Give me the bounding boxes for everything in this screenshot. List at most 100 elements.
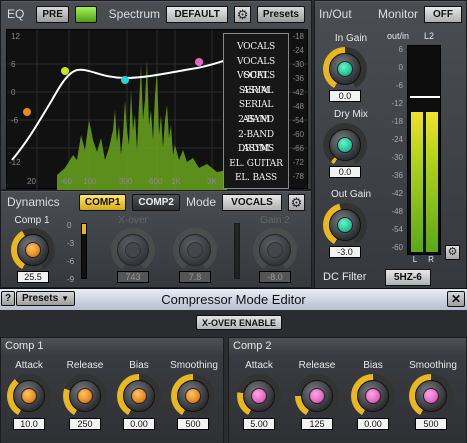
dynamics-title: Dynamics — [7, 195, 60, 209]
comp2-smoothing-value[interactable]: 500 — [415, 418, 447, 430]
gain2-value[interactable]: -8.0 — [259, 271, 291, 283]
spectrum-label: Spectrum — [108, 7, 161, 21]
meter-tick: -48 — [391, 207, 403, 216]
mode-option[interactable]: 2-BAND ASYM — [224, 128, 288, 155]
gear-icon[interactable]: ⚙ — [288, 193, 305, 211]
eq-header: EQ PRE Spectrum DEFAULT ⚙ Presets — [1, 1, 311, 27]
eq-presets-button[interactable]: Presets — [256, 5, 305, 23]
eq-enable-toggle[interactable] — [74, 5, 97, 23]
comp1-release-value[interactable]: 250 — [69, 418, 101, 430]
gear-icon[interactable]: ⚙ — [445, 245, 460, 260]
in-gain-value[interactable]: 0.0 — [329, 90, 361, 102]
eq-node-3 — [121, 76, 129, 84]
comp1-bias-value[interactable]: 0.00 — [123, 418, 155, 430]
mode-label: Mode — [185, 195, 216, 209]
mode-option[interactable]: VOCALS SOFT — [224, 55, 288, 82]
mode-option[interactable]: 2-BAND — [224, 113, 288, 128]
dry-mix-value[interactable]: 0.0 — [329, 166, 361, 178]
dc-filter-dropdown[interactable]: 5HZ-6 — [385, 269, 431, 286]
gain2-knob[interactable] — [253, 228, 297, 272]
editor-comp2-title: Comp 2 — [229, 338, 466, 354]
out-gain-value[interactable]: -3.0 — [329, 246, 361, 258]
mode-option[interactable]: VOCALS ASYM — [224, 69, 288, 96]
gr-meter — [81, 223, 87, 279]
meter-tick: -42 — [391, 189, 403, 198]
mode-option[interactable]: EL. BASS — [224, 171, 288, 186]
inout-panel: In/Out Monitor OFF In Gain 0.0 Dry Mix 0… — [314, 0, 467, 290]
comp1-attack-value[interactable]: 10.0 — [13, 418, 45, 430]
monitor-dropdown[interactable]: OFF — [424, 5, 462, 23]
gr-tick: -6 — [67, 257, 75, 266]
in-gain-label: In Gain — [334, 33, 368, 44]
comp2-attack-value[interactable]: 5.00 — [243, 418, 275, 430]
comp2-release-knob[interactable] — [295, 374, 339, 418]
comp1-smoothing-value[interactable]: 500 — [177, 418, 209, 430]
editor-title: Compressor Mode Editor — [161, 292, 306, 307]
comp2-value[interactable]: 7.8 — [179, 271, 211, 283]
compressor-mode-editor: ? Presets ▼ Compressor Mode Editor ✕ X-O… — [0, 288, 467, 443]
level-meter — [407, 45, 441, 255]
xover-value[interactable]: 743 — [117, 271, 149, 283]
mode-option[interactable]: SERIAL ASYM — [224, 98, 288, 125]
comp1-smoothing-knob[interactable] — [171, 374, 215, 418]
meter-peak-marker — [410, 96, 440, 98]
xover-knob[interactable] — [111, 228, 155, 272]
x-tick: 60 — [63, 177, 72, 186]
gr-tick: -9 — [67, 275, 75, 284]
pre-button[interactable]: PRE — [36, 5, 69, 23]
meter-tick: -60 — [391, 243, 403, 252]
comp2-button[interactable]: COMP2 — [132, 193, 180, 211]
gr-meter-fill — [82, 224, 86, 234]
comp1-attack-knob[interactable] — [7, 374, 51, 418]
mode-option[interactable]: VOCALS — [224, 40, 288, 55]
comp1-bias-knob[interactable] — [117, 374, 161, 418]
dc-filter-label: DC Filter — [323, 271, 367, 283]
meter-tick: -24 — [391, 135, 403, 144]
comp2-release-label: Release — [298, 360, 336, 371]
mode-option[interactable]: SERIAL — [224, 84, 288, 99]
comp2-attack-knob[interactable] — [237, 374, 281, 418]
comp2-knob[interactable] — [173, 228, 217, 272]
out-gain-knob[interactable] — [323, 203, 367, 247]
gear-icon[interactable]: ⚙ — [234, 5, 251, 23]
mode-dropdown[interactable]: VOCALS — [222, 193, 282, 211]
dynamics-panel: Dynamics COMP1 COMP2 Mode VOCALS ⚙ Comp … — [0, 190, 312, 288]
eq-node-1 — [23, 108, 31, 116]
eq-panel: EQ PRE Spectrum DEFAULT ⚙ Presets 12 6 0… — [0, 0, 312, 190]
comp1-release-knob[interactable] — [63, 374, 107, 418]
eq-title: EQ — [7, 7, 25, 21]
comp2-smoothing-knob[interactable] — [409, 374, 453, 418]
x-tick: 300 — [119, 177, 133, 186]
xover-enable-button[interactable]: X-OVER ENABLE — [196, 315, 283, 330]
inout-header: In/Out Monitor OFF — [315, 1, 466, 27]
comp2-bias-value[interactable]: 0.00 — [357, 418, 389, 430]
meter-tick: -54 — [391, 225, 403, 234]
gr-tick: -3 — [67, 239, 75, 248]
x-tick: 1K — [171, 177, 181, 186]
meter-bar-right — [426, 112, 438, 252]
comp1-smoothing-label: Smoothing — [170, 360, 218, 371]
mode-dropdown-list[interactable]: VOCALS VOCALS SOFT VOCALS ASYM SERIAL SE… — [223, 33, 289, 189]
y-tick-right: -48 — [292, 102, 304, 111]
editor-comp1-title: Comp 1 — [1, 338, 223, 354]
comp1-label: Comp 1 — [14, 215, 50, 226]
mode-option[interactable]: DRUMS — [224, 142, 288, 157]
close-icon[interactable]: ✕ — [447, 291, 465, 307]
comp1-value[interactable]: 25.5 — [17, 271, 49, 283]
comp1-button[interactable]: COMP1 — [78, 193, 127, 211]
comp1-knob[interactable] — [11, 228, 55, 272]
dry-mix-knob[interactable] — [323, 123, 367, 167]
y-tick-left: 0 — [11, 88, 16, 97]
y-tick-right: -60 — [292, 130, 304, 139]
mode-option[interactable]: EL. GUITAR — [224, 157, 288, 172]
comp2-bias-knob[interactable] — [351, 374, 395, 418]
gr-tick: 0 — [67, 221, 72, 230]
comp1-bias-label: Bias — [129, 360, 149, 371]
in-gain-knob[interactable] — [323, 47, 367, 91]
spectrum-dropdown[interactable]: DEFAULT — [166, 5, 229, 23]
comp2-release-value[interactable]: 125 — [301, 418, 333, 430]
y-tick-right: -36 — [292, 74, 304, 83]
meter-tick: 0 — [398, 63, 403, 72]
meter-tick: -30 — [391, 153, 403, 162]
comp2-smoothing-label: Smoothing — [409, 360, 457, 371]
